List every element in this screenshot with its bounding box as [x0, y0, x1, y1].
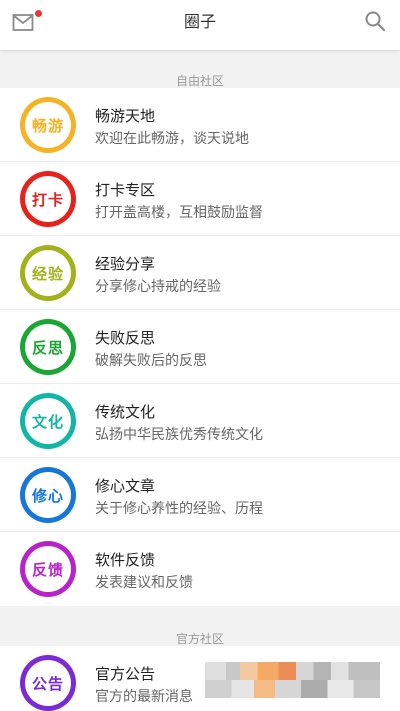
- item-desc: 发表建议和反馈: [95, 575, 193, 591]
- list-item[interactable]: 反思 失败反思 破解失败后的反思: [0, 310, 400, 384]
- badge-label: 畅游: [31, 116, 64, 135]
- item-title: 修心文章: [95, 477, 156, 495]
- badge-label: 文化: [31, 412, 64, 431]
- page-title: 圈子: [183, 12, 216, 31]
- search-icon: [365, 11, 386, 32]
- badge-icon: 反馈: [20, 541, 76, 597]
- item-desc: 官方的最新消息: [95, 689, 193, 705]
- item-title: 经验分享: [95, 255, 156, 273]
- item-desc: 欢迎在此畅游，谈天说地: [95, 131, 249, 147]
- item-desc: 关于修心养性的经验、历程: [95, 501, 263, 517]
- item-title: 打卡专区: [95, 181, 156, 199]
- item-desc: 分享修心持戒的经验: [95, 279, 221, 295]
- badge-label: 打卡: [31, 190, 64, 209]
- free-community-list: 畅游 畅游天地 欢迎在此畅游，谈天说地 打卡 打卡专区 打开盖高楼，互相鼓励监督…: [0, 88, 400, 606]
- item-title: 传统文化: [95, 403, 156, 421]
- badge-label: 公告: [31, 674, 64, 693]
- list-item[interactable]: 文化 传统文化 弘扬中华民族优秀传统文化: [0, 384, 400, 458]
- badge-icon: 畅游: [20, 97, 76, 153]
- item-desc: 打开盖高楼，互相鼓励监督: [95, 205, 263, 221]
- badge-label: 经验: [31, 264, 64, 283]
- badge-icon: 打卡: [20, 171, 76, 227]
- list-item[interactable]: 打卡 打卡专区 打开盖高楼，互相鼓励监督: [0, 162, 400, 236]
- top-bar: 圈子: [0, 0, 400, 50]
- list-item[interactable]: 修心 修心文章 关于修心养性的经验、历程: [0, 458, 400, 532]
- item-title: 官方公告: [95, 665, 156, 683]
- list-item[interactable]: 反馈 软件反馈 发表建议和反馈: [0, 532, 400, 606]
- list-item[interactable]: 畅游 畅游天地 欢迎在此畅游，谈天说地: [0, 88, 400, 162]
- item-title: 软件反馈: [95, 551, 156, 569]
- badge-label: 修心: [31, 486, 64, 505]
- item-desc: 破解失败后的反思: [95, 353, 207, 369]
- item-title: 畅游天地: [95, 107, 156, 125]
- badge-label: 反馈: [31, 560, 64, 579]
- badge-icon: 文化: [20, 393, 76, 449]
- item-desc: 弘扬中华民族优秀传统文化: [95, 427, 263, 443]
- badge-label: 反思: [31, 338, 64, 357]
- section-label-official: 官方社区: [175, 632, 224, 646]
- list-item[interactable]: 经验 经验分享 分享修心持戒的经验: [0, 236, 400, 310]
- pixelated-overlay: [205, 662, 380, 698]
- search-button[interactable]: [364, 10, 388, 34]
- badge-icon: 经验: [20, 245, 76, 301]
- item-title: 失败反思: [95, 329, 156, 347]
- badge-icon: 反思: [20, 319, 76, 375]
- badge-icon: 公告: [20, 655, 76, 711]
- badge-icon: 修心: [20, 467, 76, 523]
- section-label-free: 自由社区: [175, 74, 224, 88]
